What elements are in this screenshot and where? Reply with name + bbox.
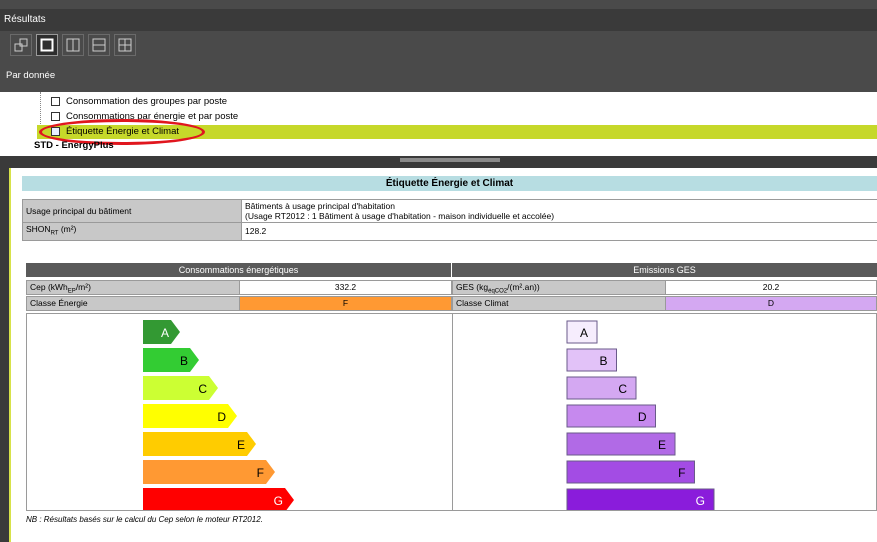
layout-toolbar (10, 34, 136, 60)
ges-class-letter: A (580, 326, 588, 340)
ges-class-d: D (566, 404, 656, 428)
energy-class-arrow (143, 488, 294, 512)
panel-title: Étiquette Énergie et Climat (22, 176, 877, 191)
energy-class-arrow (143, 348, 199, 372)
tree-item-label: Consommation des groupes par poste (66, 96, 228, 107)
energy-class-d: D (143, 404, 237, 428)
tree-group-std[interactable]: STD - EnergyPlus (34, 140, 114, 151)
ges-class-letter: C (618, 382, 627, 396)
usage-value-line-1: Bâtiments à usage principal d'habitation (245, 201, 395, 211)
energy-label-box: ABCDEFG (26, 313, 453, 512)
shon-label: SHONRT (m²) (22, 222, 242, 241)
footnote: NB : Résultats basés sur le calcul du Ce… (26, 515, 263, 524)
energy-class-letter: A (161, 326, 169, 340)
usage-value: Bâtiments à usage principal d'habitation… (241, 199, 877, 223)
layout-quad-icon[interactable] (114, 34, 136, 56)
layout-single-icon[interactable] (10, 34, 32, 56)
energy-class-c: C (143, 376, 218, 400)
conso-header: Consommations énergétiques (26, 263, 451, 277)
ges-class-letter: F (678, 466, 685, 480)
window-title: Résultats (0, 9, 877, 31)
ges-scale: ABCDEFG (566, 320, 715, 512)
ges-label-unit: /(m².an)) (507, 282, 540, 292)
energy-class-f: F (143, 460, 275, 484)
ges-class-bar (566, 460, 695, 484)
usage-value-line-2: (Usage RT2012 : 1 Bâtiment à usage d'hab… (245, 211, 555, 221)
cep-label: Cep (kWhEP/m²) (26, 280, 240, 295)
ges-label: GES (kgéqCO2/(m².an)) (452, 280, 666, 295)
energy-class-letter: G (274, 494, 283, 508)
ges-class-b: B (566, 348, 617, 372)
splitter[interactable] (0, 156, 877, 165)
section-label: Par donnée (6, 70, 56, 81)
classe-climat-value: D (665, 296, 877, 311)
energy-class-letter: B (180, 354, 188, 368)
energy-class-arrow (143, 460, 275, 484)
energy-class-letter: D (217, 410, 226, 424)
ges-class-letter: G (696, 494, 705, 508)
ges-class-bar (566, 348, 617, 372)
usage-label: Usage principal du bâtiment (22, 199, 242, 223)
checkbox[interactable] (51, 112, 60, 121)
ges-class-letter: D (638, 410, 647, 424)
cep-label-text: Cep (kWh (30, 282, 68, 292)
tree-item-consommation-groupes[interactable]: Consommation des groupes par poste (51, 95, 227, 108)
ges-label-sub: éqCO2 (488, 288, 508, 295)
layout-horizontal-split-icon[interactable] (88, 34, 110, 56)
energy-class-a: A (143, 320, 180, 344)
energy-class-letter: C (198, 382, 207, 396)
splitter-grip[interactable] (400, 158, 500, 162)
cep-value: 332.2 (239, 280, 452, 295)
energy-class-e: E (143, 432, 256, 456)
ges-label-box: ABCDEFG (452, 313, 877, 512)
ges-class-e: E (566, 432, 676, 456)
ges-class-c: C (566, 376, 637, 400)
shon-label-unit: (m²) (58, 224, 77, 234)
ges-header: Emissions GES (452, 263, 877, 277)
ges-class-g: G (566, 488, 715, 512)
layout-vertical-split-icon[interactable] (62, 34, 84, 56)
ges-class-bar (566, 488, 715, 512)
energy-class-g: G (143, 488, 294, 512)
checkbox[interactable] (51, 97, 60, 106)
ges-label-text: GES (kg (456, 282, 489, 292)
shon-label-text: SHON (26, 224, 51, 234)
classe-energie-value: F (239, 296, 452, 311)
cep-label-unit: /m²) (75, 282, 91, 292)
classe-energie-label: Classe Énergie (26, 296, 240, 311)
ges-class-f: F (566, 460, 695, 484)
ges-class-a: A (566, 320, 598, 344)
energy-class-letter: E (237, 438, 245, 452)
energy-class-letter: F (257, 466, 264, 480)
energy-scale: ABCDEFG (143, 320, 294, 512)
classe-climat-label: Classe Climat (452, 296, 666, 311)
ges-value: 20.2 (665, 280, 877, 295)
energy-class-b: B (143, 348, 199, 372)
ges-class-letter: B (599, 354, 607, 368)
layout-full-icon[interactable] (36, 34, 58, 56)
cep-label-sub: EP (67, 288, 76, 295)
building-info-table: Usage principal du bâtiment Bâtiments à … (22, 199, 877, 241)
shon-value: 128.2 (241, 222, 877, 241)
ges-class-letter: E (658, 438, 666, 452)
